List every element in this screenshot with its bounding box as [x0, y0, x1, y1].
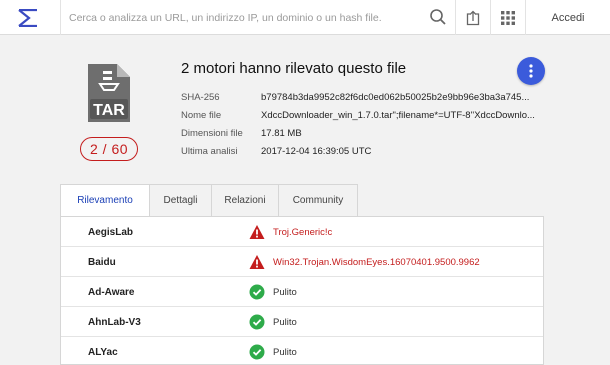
search-input[interactable] — [69, 7, 424, 28]
tab-community[interactable]: Community — [279, 184, 358, 217]
engine-name: ALYac — [88, 346, 118, 358]
tab-rilevamento[interactable]: Rilevamento — [60, 184, 150, 217]
detection-row: AegisLab Troj.Generic!c — [61, 217, 543, 247]
detail-label: Dimensioni file — [181, 127, 243, 139]
detection-score-badge: 2 / 60 — [80, 137, 138, 161]
detection-row: Ad-Aware Pulito — [61, 277, 543, 307]
file-type-icon: TAR — [86, 62, 132, 124]
detail-value: 17.81 MB — [261, 127, 302, 139]
sigma-logo-icon — [17, 8, 37, 27]
engine-name: Ad-Aware — [88, 286, 135, 298]
upload-button[interactable] — [455, 0, 490, 35]
detection-result: Pulito — [273, 346, 297, 358]
detail-value: b79784b3da9952c82f6dc0ed062b50025b2e9bb9… — [261, 91, 530, 103]
login-button[interactable]: Accedi — [525, 0, 610, 35]
detection-row: Baidu Win32.Trojan.WisdomEyes.16070401.9… — [61, 247, 543, 277]
engine-name: AhnLab-V3 — [88, 316, 141, 328]
detail-label: Nome file — [181, 109, 222, 121]
upload-icon — [466, 10, 480, 25]
detail-label: Ultima analisi — [181, 145, 238, 157]
detail-label: SHA-256 — [181, 91, 220, 103]
search-icon — [430, 9, 446, 25]
check-circle-icon — [249, 344, 265, 360]
top-bar: Accedi — [0, 0, 610, 35]
detail-row-filename: Nome file XdccDownloader_win_1.7.0.tar";… — [181, 106, 543, 124]
detection-row: ALYac Pulito — [61, 337, 543, 364]
check-circle-icon — [249, 314, 265, 330]
more-vertical-icon — [529, 64, 533, 78]
detail-value: 2017-12-04 16:39:05 UTC — [261, 145, 372, 157]
tab-relazioni[interactable]: Relazioni — [212, 184, 279, 217]
virustotal-logo[interactable] — [0, 0, 55, 35]
file-type-label: TAR — [93, 102, 125, 119]
file-details: SHA-256 b79784b3da9952c82f6dc0ed062b5002… — [181, 88, 543, 160]
detail-value: XdccDownloader_win_1.7.0.tar";filename*=… — [261, 109, 535, 121]
tab-dettagli[interactable]: Dettagli — [150, 184, 212, 217]
check-circle-icon — [249, 284, 265, 300]
detail-row-filesize: Dimensioni file 17.81 MB — [181, 124, 543, 142]
apps-button[interactable] — [490, 0, 525, 35]
detection-results-table: AegisLab Troj.Generic!c Baidu Win32.Troj… — [60, 216, 544, 365]
tab-bar: Rilevamento Dettagli Relazioni Community — [60, 184, 358, 217]
detail-row-last-analysis: Ultima analisi 2017-12-04 16:39:05 UTC — [181, 142, 543, 160]
detection-headline: 2 motori hanno rilevato questo file — [181, 60, 407, 77]
engine-name: Baidu — [88, 256, 116, 268]
alert-icon — [249, 255, 265, 269]
search-button[interactable] — [427, 6, 449, 28]
detection-result: Troj.Generic!c — [273, 226, 333, 238]
apps-grid-icon — [501, 10, 515, 25]
search-bar — [60, 0, 455, 35]
detail-row-sha256: SHA-256 b79784b3da9952c82f6dc0ed062b5002… — [181, 88, 543, 106]
alert-icon — [249, 225, 265, 239]
detection-result: Pulito — [273, 316, 297, 328]
detection-result: Win32.Trojan.WisdomEyes.16070401.9500.99… — [273, 256, 480, 268]
detection-row: AhnLab-V3 Pulito — [61, 307, 543, 337]
detection-result: Pulito — [273, 286, 297, 298]
engine-name: AegisLab — [88, 226, 134, 238]
more-actions-button[interactable] — [517, 57, 545, 85]
